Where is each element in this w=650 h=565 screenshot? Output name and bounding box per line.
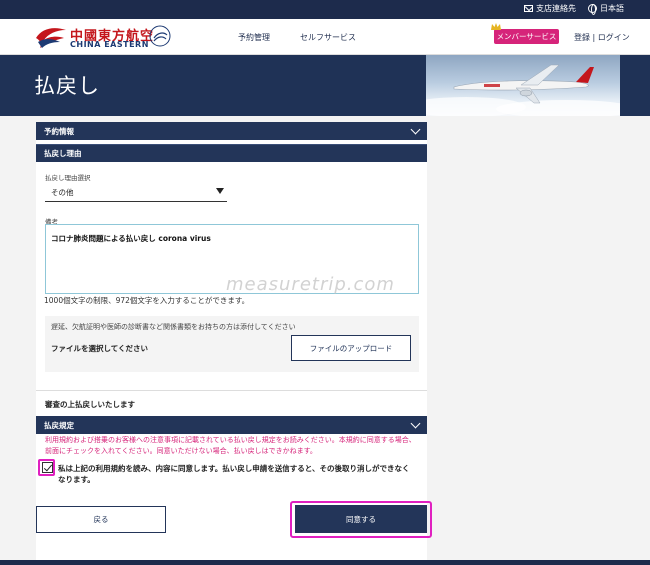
language-label: 日本語 (600, 4, 624, 13)
globe-icon (588, 4, 597, 15)
page-title: 払戻し (34, 74, 100, 98)
agree-text: 私は上記の利用規約を読み、内容に同意します。払い戻し申請を送信すると、その後取り… (58, 464, 410, 484)
site-header: 中國東方航空 CHINA EASTERN 予約管理 セルフサービス メンバーサー… (0, 19, 650, 55)
china-eastern-logo[interactable]: 中國東方航空 CHINA EASTERN (34, 23, 174, 51)
upload-note: 遅延、欠航証明や医師の診断書など関係書類をお持ちの方は添付してください (51, 323, 296, 331)
refund-reason-header: 払戻し理由 (36, 144, 427, 162)
member-service-label: メンバーサービス (496, 32, 557, 41)
refund-rules-header[interactable]: 払戻規定 (36, 416, 427, 434)
member-service-button[interactable]: メンバーサービス (491, 23, 559, 44)
airplane-banner-image (426, 55, 620, 116)
nav-reservation-management[interactable]: 予約管理 (238, 32, 270, 43)
agree-checkbox[interactable] (42, 462, 53, 473)
reason-select[interactable]: その他 (45, 180, 227, 202)
reservation-info-title: 予約情報 (44, 126, 74, 136)
logo-english-text: CHINA EASTERN (70, 40, 149, 49)
watermark-text: measuretrip.com (226, 274, 395, 295)
language-selector[interactable]: 日本語 (588, 3, 624, 15)
reservation-info-header[interactable]: 予約情報 (36, 122, 427, 140)
review-notice: 審査の上払戻しいたします (45, 400, 135, 409)
branch-contact-label: 支店連絡先 (536, 4, 576, 13)
caret-down-icon (216, 188, 224, 194)
agree-button[interactable]: 同意する (295, 505, 427, 533)
divider (36, 390, 427, 391)
footer-bar (0, 560, 650, 565)
skyteam-badge-icon (149, 25, 171, 47)
nav-self-service[interactable]: セルフサービス (300, 32, 356, 43)
airplane-illustration (426, 64, 620, 116)
file-select-label: ファイルを選択してください (51, 344, 149, 353)
refund-reason-title: 払戻し理由 (44, 149, 82, 158)
char-count-text: 1000個文字の制限、972個文字を入力することができます。 (44, 296, 250, 305)
register-login-links[interactable]: 登録 | ログイン (574, 32, 630, 43)
file-upload-button[interactable]: ファイルのアップロード (291, 335, 411, 361)
refund-rules-title: 払戻規定 (44, 420, 74, 430)
upload-area: 遅延、欠航証明や医師の診断書など関係書類をお持ちの方は添付してください ファイル… (45, 316, 419, 372)
swallow-logo-icon (36, 28, 66, 48)
mail-icon (524, 5, 533, 12)
back-button[interactable]: 戻る (36, 506, 166, 533)
crown-icon (491, 23, 501, 30)
branch-contact-link[interactable]: 支店連絡先 (524, 3, 576, 14)
chevron-down-icon (410, 124, 421, 135)
refund-rules-notice: 利用規約および搭乗のお客様への注意事項に記載されている払い戻し規定をお読みくださ… (45, 436, 416, 455)
title-banner: 払戻し (0, 55, 650, 116)
refund-form-panel: 予約情報 払戻し理由 払戻し理由選択 その他 備考 コロナ肺炎問題による払い戻し… (36, 122, 432, 562)
utility-bar: 支店連絡先 日本語 (0, 0, 650, 19)
chevron-down-icon (410, 418, 421, 429)
reason-select-value: その他 (51, 188, 74, 197)
